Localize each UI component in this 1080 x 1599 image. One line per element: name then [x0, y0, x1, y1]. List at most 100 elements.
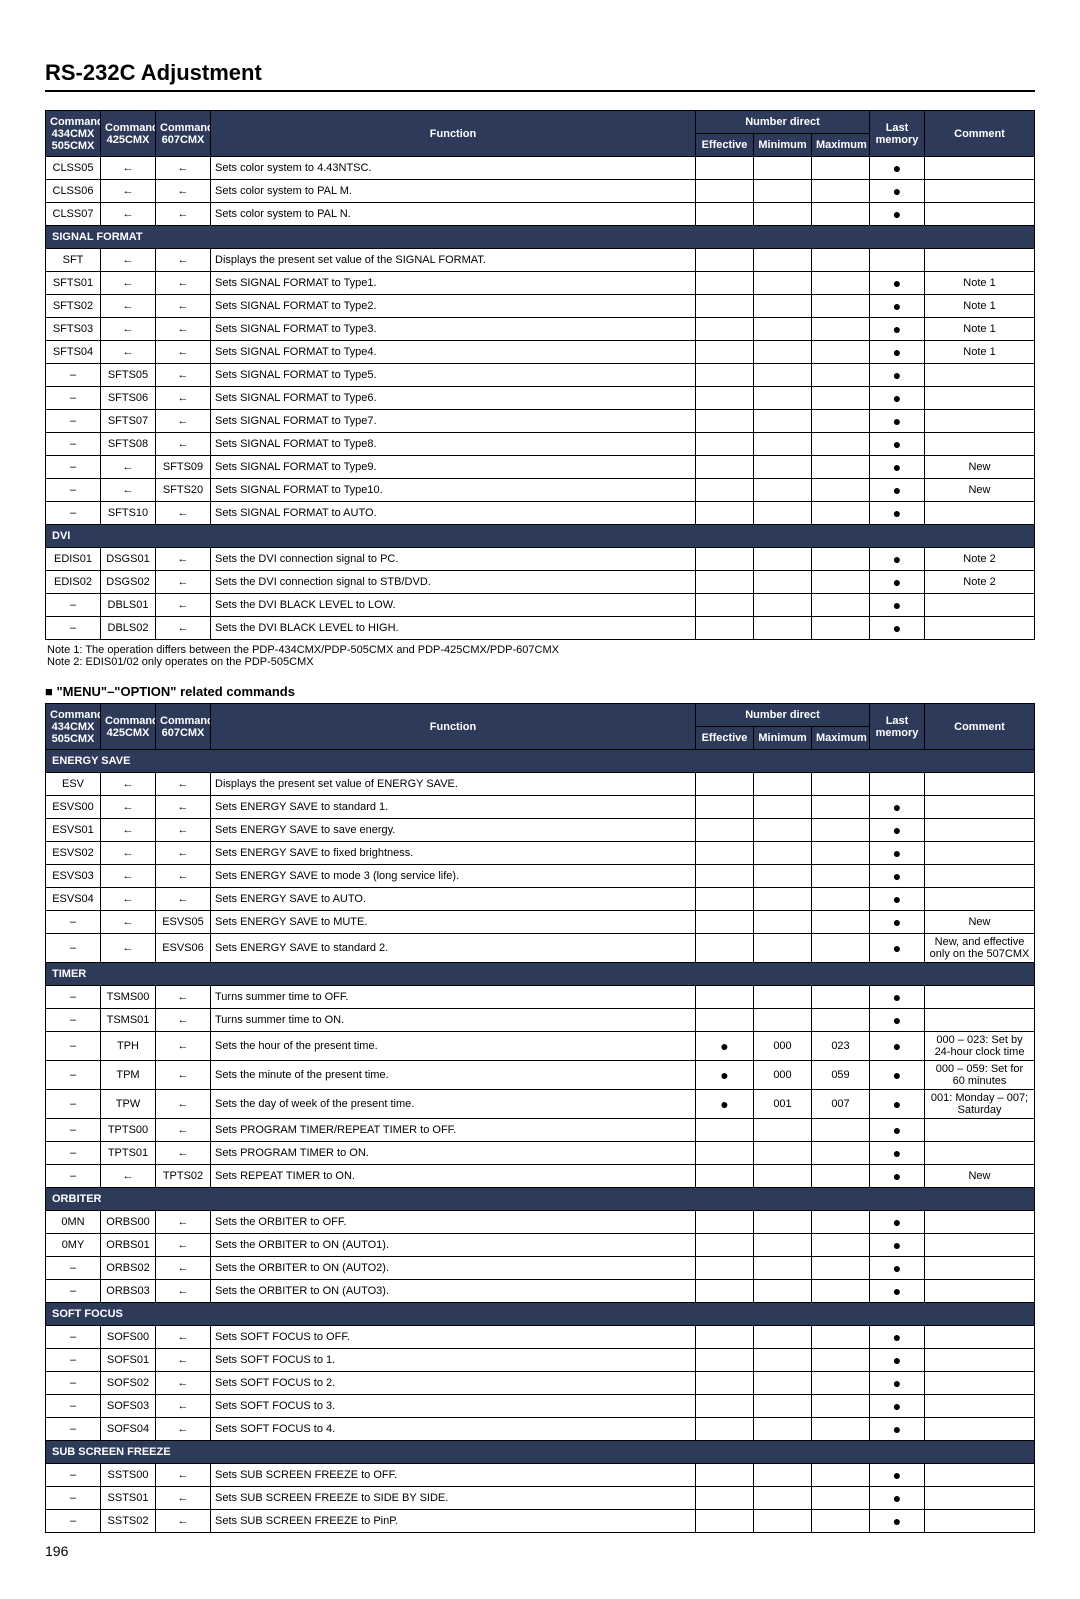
cell-c3: ← — [156, 1510, 211, 1533]
cell-c2: DBLS01 — [101, 594, 156, 617]
table-row: –TSMS00←Turns summer time to OFF.● — [46, 986, 1035, 1009]
table-row: –SOFS03←Sets SOFT FOCUS to 3.● — [46, 1395, 1035, 1418]
cell-last: ● — [870, 934, 925, 963]
cell-com — [925, 1119, 1035, 1142]
cell-last: ● — [870, 548, 925, 571]
cell-c1: – — [46, 502, 101, 525]
cell-fun: Sets SIGNAL FORMAT to Type1. — [211, 272, 696, 295]
cell-max — [812, 157, 870, 180]
hdr-fun: Function — [211, 704, 696, 750]
cell-c2: ← — [101, 318, 156, 341]
cell-c2: SFTS06 — [101, 387, 156, 410]
cell-c2: TPH — [101, 1032, 156, 1061]
cell-eff — [696, 934, 754, 963]
cell-last: ● — [870, 1418, 925, 1441]
cell-min — [754, 341, 812, 364]
cell-last: ● — [870, 1211, 925, 1234]
cell-max — [812, 548, 870, 571]
cell-com — [925, 796, 1035, 819]
cell-c2: SFTS10 — [101, 502, 156, 525]
cell-max — [812, 1257, 870, 1280]
cell-c2: ← — [101, 796, 156, 819]
cell-min — [754, 1234, 812, 1257]
table-row: –SOFS00←Sets SOFT FOCUS to OFF.● — [46, 1326, 1035, 1349]
cell-eff — [696, 410, 754, 433]
cell-fun: Sets the minute of the present time. — [211, 1061, 696, 1090]
cell-last: ● — [870, 571, 925, 594]
cell-c2: ← — [101, 888, 156, 911]
cell-eff — [696, 548, 754, 571]
cell-last: ● — [870, 1280, 925, 1303]
cell-fun: Sets SOFT FOCUS to 3. — [211, 1395, 696, 1418]
cell-com — [925, 203, 1035, 226]
cell-fun: Turns summer time to OFF. — [211, 986, 696, 1009]
table-row: –ORBS03←Sets the ORBITER to ON (AUTO3).● — [46, 1280, 1035, 1303]
table-row: –TSMS01←Turns summer time to ON.● — [46, 1009, 1035, 1032]
hdr-c2: Command 425CMX — [101, 111, 156, 157]
cell-c3: ← — [156, 1061, 211, 1090]
cell-c1: EDIS01 — [46, 548, 101, 571]
section-row: DVI — [46, 525, 1035, 548]
table-row: ESVS01←←Sets ENERGY SAVE to save energy.… — [46, 819, 1035, 842]
cell-eff — [696, 502, 754, 525]
cell-eff — [696, 433, 754, 456]
cell-c3: TPTS02 — [156, 1165, 211, 1188]
cell-c2: SOFS00 — [101, 1326, 156, 1349]
cell-min — [754, 1119, 812, 1142]
table-row: –SOFS04←Sets SOFT FOCUS to 4.● — [46, 1418, 1035, 1441]
cell-last: ● — [870, 479, 925, 502]
cell-eff — [696, 617, 754, 640]
cell-c2: SSTS02 — [101, 1510, 156, 1533]
table-row: –TPW←Sets the day of week of the present… — [46, 1090, 1035, 1119]
cell-c3: ← — [156, 272, 211, 295]
cell-fun: Sets the DVI BLACK LEVEL to HIGH. — [211, 617, 696, 640]
cell-last — [870, 249, 925, 272]
hdr-nd: Number direct — [696, 111, 870, 134]
cell-eff — [696, 249, 754, 272]
cell-c1: – — [46, 1418, 101, 1441]
table-row: –DBLS02←Sets the DVI BLACK LEVEL to HIGH… — [46, 617, 1035, 640]
cell-min — [754, 1280, 812, 1303]
cell-c1: – — [46, 617, 101, 640]
table-row: ESVS04←←Sets ENERGY SAVE to AUTO.● — [46, 888, 1035, 911]
cell-last: ● — [870, 1119, 925, 1142]
cell-last: ● — [870, 387, 925, 410]
cell-last: ● — [870, 986, 925, 1009]
hdr-last: Last memory — [870, 111, 925, 157]
cell-com — [925, 773, 1035, 796]
cell-c3: ← — [156, 1418, 211, 1441]
cell-fun: Sets SOFT FOCUS to 1. — [211, 1349, 696, 1372]
cell-c1: 0MN — [46, 1211, 101, 1234]
table-row: SFT←←Displays the present set value of t… — [46, 249, 1035, 272]
cell-min — [754, 888, 812, 911]
cell-last: ● — [870, 1349, 925, 1372]
hdr-eff: Effective — [696, 134, 754, 157]
cell-last: ● — [870, 157, 925, 180]
cell-min — [754, 911, 812, 934]
cell-fun: Sets REPEAT TIMER to ON. — [211, 1165, 696, 1188]
cell-c3: ← — [156, 1211, 211, 1234]
cell-max: 059 — [812, 1061, 870, 1090]
cell-com — [925, 1372, 1035, 1395]
cell-fun: Sets the DVI connection signal to PC. — [211, 548, 696, 571]
cell-fun: Sets SUB SCREEN FREEZE to OFF. — [211, 1464, 696, 1487]
cell-c3: ← — [156, 773, 211, 796]
cell-eff — [696, 819, 754, 842]
cell-min — [754, 1142, 812, 1165]
cell-c2: ← — [101, 341, 156, 364]
section-label: ORBITER — [46, 1188, 1035, 1211]
cell-c2: SSTS00 — [101, 1464, 156, 1487]
cell-last: ● — [870, 456, 925, 479]
cell-max — [812, 842, 870, 865]
hdr-nd: Number direct — [696, 704, 870, 727]
cell-last: ● — [870, 1061, 925, 1090]
cell-fun: Sets ENERGY SAVE to save energy. — [211, 819, 696, 842]
table-row: –TPTS00←Sets PROGRAM TIMER/REPEAT TIMER … — [46, 1119, 1035, 1142]
cell-eff — [696, 1165, 754, 1188]
cell-c2: ← — [101, 1165, 156, 1188]
cell-com — [925, 1142, 1035, 1165]
cell-min — [754, 773, 812, 796]
cell-c3: ← — [156, 341, 211, 364]
cell-eff — [696, 986, 754, 1009]
cell-min — [754, 249, 812, 272]
